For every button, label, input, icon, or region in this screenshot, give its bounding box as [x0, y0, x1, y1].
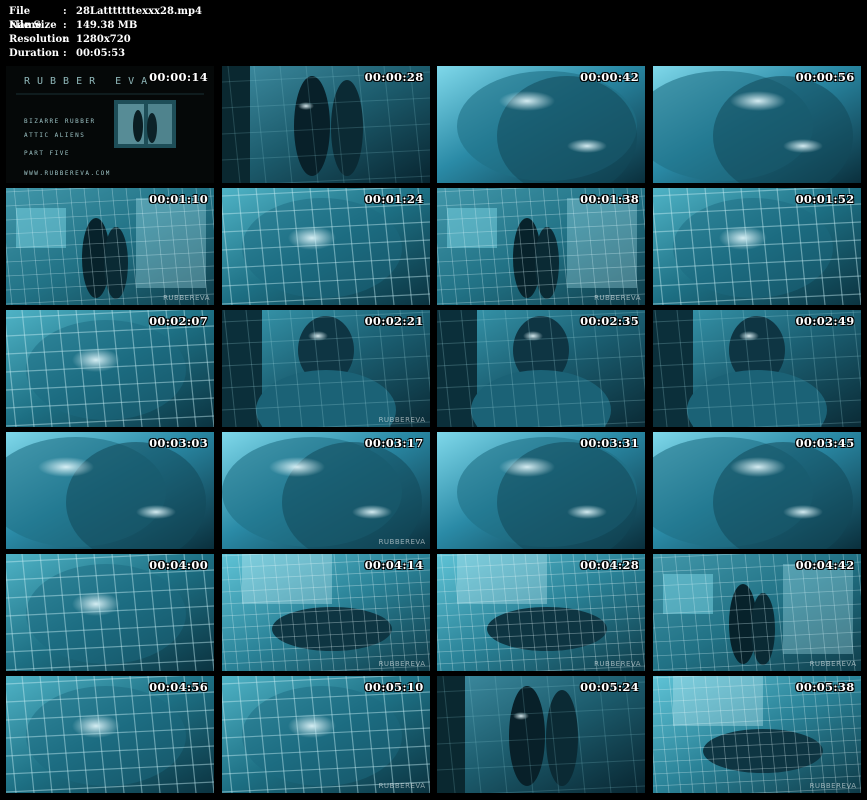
watermark: RUBBEREVA [594, 294, 641, 302]
video-thumbnail[interactable]: 00:01:52 [652, 188, 861, 305]
video-thumbnail[interactable]: 00:04:56 [6, 676, 214, 793]
watermark: RUBBEREVA [378, 660, 426, 668]
thumbnail-timestamp: 00:03:31 [580, 436, 639, 450]
watermark: RUBBEREVA [378, 782, 426, 790]
thumbnail-timestamp: 00:03:17 [364, 436, 424, 450]
video-thumbnail[interactable]: RUBBEREVA 00:04:42 [652, 554, 861, 671]
thumbnail-timestamp: 00:01:10 [149, 192, 208, 206]
thumbnail-timestamp: 00:02:35 [580, 314, 639, 328]
thumbnail-timestamp: 00:00:14 [149, 70, 208, 84]
thumbnail-timestamp: 00:03:45 [795, 436, 855, 450]
video-thumbnail[interactable]: RUBBEREVA 00:01:38 [437, 188, 645, 305]
resolution-row: Resolution : 1280x720 [9, 33, 202, 47]
file-name-label: File Name [9, 6, 42, 31]
thumbnail-grid: RUBBER EVA BIZARRE RUBBER ATTIC ALIENS PART… [6, 66, 861, 795]
video-thumbnail[interactable]: 00:03:45 [652, 432, 861, 549]
file-info-panel: File Name : 28Latttttttexxx28.mp4 File S… [9, 5, 202, 61]
thumbnail-timestamp: 00:05:38 [795, 680, 855, 694]
video-thumbnail[interactable]: RUBBEREVA 00:04:14 [221, 554, 430, 671]
thumbnail-timestamp: 00:04:28 [580, 558, 639, 572]
video-thumbnail[interactable]: 00:03:31 [437, 432, 645, 549]
video-thumbnail[interactable]: 00:02:35 [437, 310, 645, 427]
watermark: RUBBEREVA [809, 782, 857, 790]
title-card-brand: RUBBER EVA [24, 76, 155, 87]
separator: : [63, 34, 67, 45]
thumbnail-timestamp: 00:04:00 [149, 558, 208, 572]
watermark: RUBBEREVA [378, 416, 426, 424]
thumbnail-timestamp: 00:04:42 [795, 558, 855, 572]
video-thumbnail[interactable]: 00:05:24 [437, 676, 645, 793]
thumbnail-timestamp: 00:05:10 [364, 680, 424, 694]
video-thumbnail[interactable]: RUBBER EVA BIZARRE RUBBER ATTIC ALIENS PART… [6, 66, 214, 183]
duration-label: Duration [9, 48, 60, 59]
thumbnail-timestamp: 00:02:07 [149, 314, 208, 328]
video-thumbnail[interactable]: 00:02:49 [652, 310, 861, 427]
title-card-line3: PART FIVE [24, 150, 71, 157]
file-name-row: File Name : 28Latttttttexxx28.mp4 [9, 5, 202, 31]
title-card-line1: BIZARRE RUBBER [24, 118, 96, 125]
video-thumbnail[interactable]: 00:00:42 [437, 66, 645, 183]
watermark: RUBBEREVA [809, 660, 857, 668]
video-thumbnail[interactable]: 00:03:03 [6, 432, 214, 549]
separator: : [63, 48, 67, 59]
file-name-value: 28Latttttttexxx28.mp4 [76, 6, 202, 17]
thumbnail-timestamp: 00:01:52 [795, 192, 855, 206]
file-size-row: File Size : 149.38 MB [9, 19, 202, 33]
video-thumbnail[interactable]: RUBBEREVA 00:01:10 [6, 188, 214, 305]
video-thumbnail[interactable]: 00:04:00 [6, 554, 214, 671]
file-size-value: 149.38 MB [76, 20, 138, 31]
watermark: RUBBEREVA [163, 294, 210, 302]
resolution-value: 1280x720 [76, 34, 131, 45]
video-thumbnail[interactable]: RUBBEREVA 00:05:10 [221, 676, 430, 793]
thumbnail-timestamp: 00:00:28 [364, 70, 424, 84]
thumbnail-timestamp: 00:01:38 [580, 192, 639, 206]
watermark: RUBBEREVA [378, 538, 426, 546]
thumbnail-timestamp: 00:02:49 [795, 314, 855, 328]
title-card-footer: WWW.RUBBEREVA.COM [24, 170, 111, 177]
video-thumbnail[interactable]: RUBBEREVA 00:04:28 [437, 554, 645, 671]
video-thumbnail[interactable]: 00:01:24 [221, 188, 430, 305]
file-size-label: File Size [9, 20, 57, 31]
thumbnail-timestamp: 00:00:42 [580, 70, 639, 84]
video-thumbnail[interactable]: 00:00:28 [221, 66, 430, 183]
video-thumbnail[interactable]: 00:02:07 [6, 310, 214, 427]
thumbnail-timestamp: 00:02:21 [364, 314, 424, 328]
thumbnail-timestamp: 00:04:14 [364, 558, 424, 572]
duration-row: Duration : 00:05:53 [9, 47, 202, 61]
video-thumbnail[interactable]: RUBBEREVA 00:05:38 [652, 676, 861, 793]
duration-value: 00:05:53 [76, 48, 126, 59]
title-card-line2: ATTIC ALIENS [24, 132, 86, 139]
video-thumbnail[interactable]: RUBBEREVA 00:02:21 [221, 310, 430, 427]
separator: : [63, 20, 67, 31]
separator: : [63, 6, 67, 17]
resolution-label: Resolution [9, 34, 70, 45]
thumbnail-timestamp: 00:01:24 [364, 192, 424, 206]
video-thumbnail[interactable]: RUBBEREVA 00:03:17 [221, 432, 430, 549]
thumbnail-timestamp: 00:00:56 [795, 70, 855, 84]
watermark: RUBBEREVA [594, 660, 641, 668]
video-thumbnail[interactable]: 00:00:56 [652, 66, 861, 183]
thumbnail-timestamp: 00:05:24 [580, 680, 639, 694]
thumbnail-timestamp: 00:04:56 [149, 680, 208, 694]
thumbnail-timestamp: 00:03:03 [149, 436, 208, 450]
